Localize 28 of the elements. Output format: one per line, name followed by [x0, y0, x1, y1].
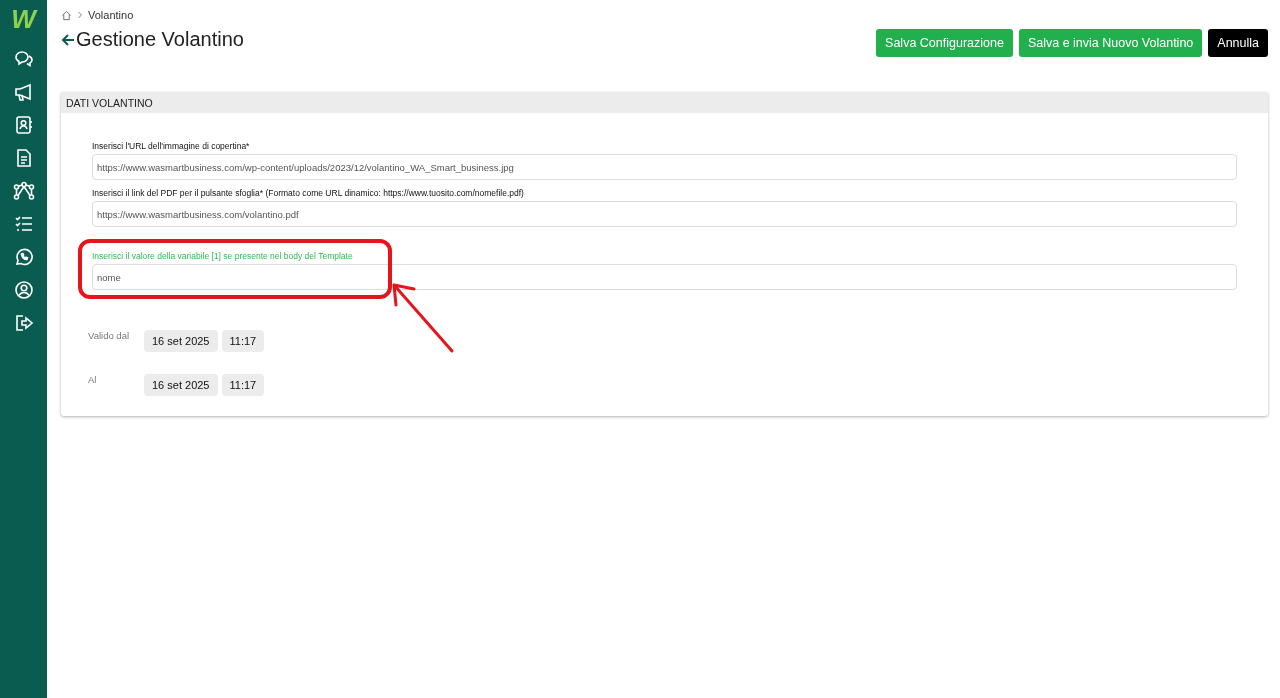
field-label: Inserisci il valore della variabile [1] se presente nel body del Template — [92, 251, 354, 261]
time-picker[interactable]: 11:17 — [221, 374, 265, 396]
date-picker[interactable]: 16 set 2025 — [144, 374, 218, 396]
field-label: Inserisci il link del PDF per il pulsante sfoglia* (Formato come URL dinamico: https://www.tuosito.com/nomefile.pdf) — [92, 188, 525, 198]
panel-title: DATI VOLANTINO — [66, 96, 153, 109]
input-field[interactable]: nome — [92, 264, 1237, 290]
date-label: Valido dal — [88, 330, 131, 341]
date-label: Al — [88, 374, 98, 385]
chevron-icon — [77, 11, 83, 19]
back-arrow-icon[interactable] — [61, 32, 75, 47]
input-field[interactable]: https://www.wasmartbusiness.com/volantino.pdf — [92, 201, 1237, 227]
input-field[interactable]: https://www.wasmartbusiness.com/wp-content/uploads/2023/12/volantino_WA_Smart_business.jpg — [92, 154, 1237, 180]
user-icon — [13, 280, 34, 300]
logout-icon — [13, 313, 34, 333]
whatsapp-icon — [13, 247, 34, 267]
contacts-icon — [13, 115, 34, 135]
nodes-icon — [12, 181, 35, 201]
date-picker[interactable]: 16 set 2025 — [144, 330, 218, 352]
chat-icon — [13, 49, 34, 69]
cancel-button[interactable]: Annulla — [1208, 29, 1268, 57]
checklist-icon — [13, 214, 34, 234]
logo: W — [11, 6, 36, 32]
home-icon[interactable] — [61, 9, 72, 21]
megaphone-icon — [13, 82, 34, 102]
page-title: Gestione Volantino — [76, 28, 244, 51]
time-picker[interactable]: 11:17 — [221, 330, 265, 352]
field-label: Inserisci l'URL dell'immagine di copertina* — [92, 141, 251, 151]
breadcrumb-current: Volantino — [88, 9, 134, 21]
